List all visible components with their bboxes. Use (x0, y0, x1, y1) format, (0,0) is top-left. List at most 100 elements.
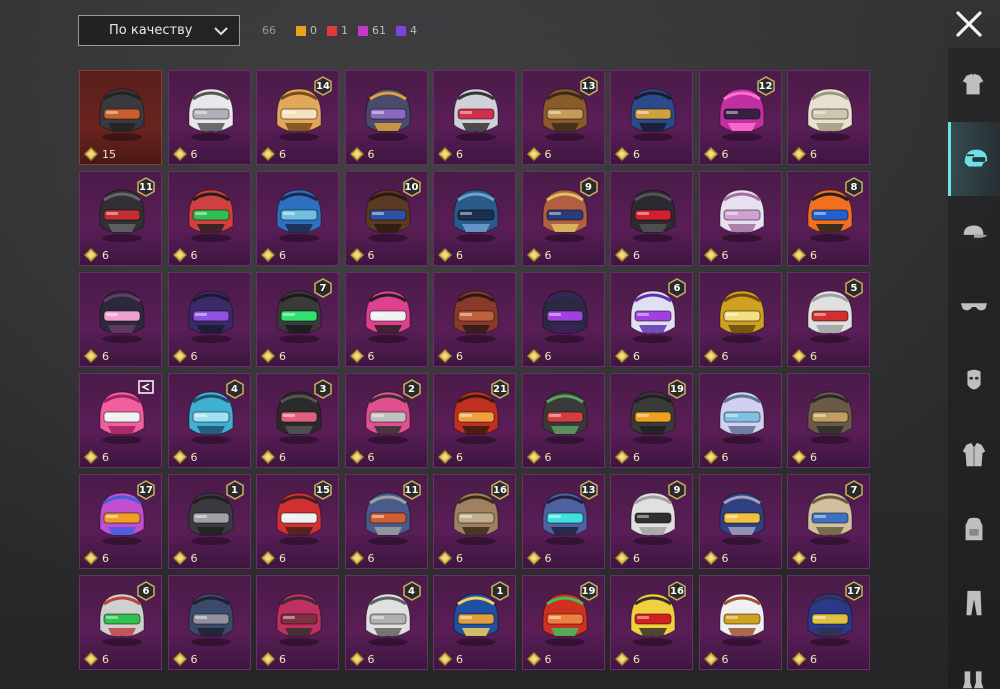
item-slot[interactable]: 12 6 (698, 70, 782, 165)
item-slot[interactable]: 86 (787, 171, 870, 266)
glasses-icon (960, 303, 988, 311)
sidebar-item-shoes[interactable] (948, 640, 1000, 689)
coin-icon (261, 652, 275, 666)
item-slot[interactable]: 66 (610, 272, 693, 367)
close-icon[interactable] (953, 8, 985, 40)
item-slot[interactable]: 96 (610, 474, 693, 569)
sidebar-item-outfit[interactable] (948, 48, 1000, 122)
item-slot[interactable]: 11 6 (79, 171, 162, 266)
sidebar-item-cap[interactable] (948, 196, 1000, 270)
item-slot[interactable]: 6 (344, 70, 428, 165)
coin-icon (615, 652, 629, 666)
coin-icon (615, 551, 629, 565)
item-cost-value: 6 (544, 551, 552, 565)
coin-icon (615, 147, 629, 161)
item-cost: 6 (792, 551, 817, 565)
coin-icon (84, 349, 98, 363)
item-cost-value: 6 (544, 450, 552, 464)
item-slot[interactable]: 10 6 (344, 171, 428, 266)
item-slot[interactable]: 6 (698, 272, 782, 367)
item-cost-value: 6 (544, 652, 552, 666)
item-cost-value: 6 (102, 248, 109, 262)
item-cost-value: 6 (456, 248, 463, 262)
item-cost-value: 6 (544, 248, 552, 262)
item-slot[interactable]: 56 (787, 272, 870, 367)
sidebar-item-glasses[interactable] (948, 270, 1000, 344)
item-slot[interactable]: 6 (698, 171, 782, 266)
item-cost-value: 6 (810, 652, 817, 666)
item-slot[interactable]: 6 (698, 474, 782, 569)
sidebar-item-mask[interactable] (948, 344, 1000, 418)
item-slot[interactable]: 6 (344, 272, 428, 367)
helmet-image (188, 593, 233, 646)
item-slot[interactable]: 19 6 (521, 575, 605, 670)
item-slot[interactable]: 6 (698, 373, 782, 468)
level-badge-value: 11 (404, 484, 419, 496)
item-slot[interactable]: 6 (167, 272, 251, 367)
item-slot[interactable]: 96 (521, 171, 605, 266)
sidebar-item-pants[interactable] (948, 566, 1000, 640)
item-slot[interactable]: 13 6 (521, 70, 605, 165)
item-slot[interactable]: 6 (433, 272, 516, 367)
item-slot[interactable]: 6 (167, 70, 251, 165)
item-slot[interactable]: 36 (256, 373, 339, 468)
item-slot[interactable]: 46 (167, 373, 251, 468)
coin-icon (703, 450, 718, 464)
item-slot[interactable]: 6 (698, 575, 782, 670)
item-slot[interactable]: 76 (787, 474, 870, 569)
item-slot[interactable]: 6 (521, 373, 605, 468)
item-slot[interactable]: 17 6 (79, 474, 162, 569)
inventory-screen: По качеству 66 0 1 61 4 15 6 14 6 6 6 13 6 6 12 6 6… (0, 0, 1000, 689)
item-slot[interactable]: 6 (256, 171, 339, 266)
item-cost-value: 6 (367, 551, 375, 565)
sidebar-item-backpack[interactable] (948, 492, 1000, 566)
item-slot[interactable]: 6 (787, 70, 870, 165)
item-cost-value: 6 (190, 248, 198, 262)
item-slot[interactable]: 17 6 (787, 575, 870, 670)
item-cost: 6 (438, 147, 463, 161)
level-badge: 6 (136, 581, 156, 601)
item-slot[interactable]: 76 (256, 272, 339, 367)
item-cost: 6 (261, 450, 286, 464)
item-slot[interactable]: 6 (521, 272, 605, 367)
level-badge-value: 15 (316, 484, 330, 496)
item-slot[interactable]: 16 6 (433, 474, 516, 569)
item-cost: 6 (84, 349, 109, 363)
coin-icon (703, 248, 718, 262)
item-slot[interactable]: 14 6 (256, 70, 339, 165)
sort-dropdown[interactable]: По качеству (78, 15, 240, 46)
item-slot[interactable]: 6 (79, 373, 162, 468)
item-slot[interactable]: 6 (167, 575, 251, 670)
item-slot[interactable]: 19 6 (610, 373, 693, 468)
item-slot[interactable]: 6 (610, 171, 693, 266)
item-slot[interactable]: 15 (79, 70, 162, 165)
item-slot[interactable]: 46 (344, 575, 428, 670)
item-slot[interactable]: 16 6 (610, 575, 693, 670)
level-badge-value: 16 (493, 484, 507, 496)
item-slot[interactable]: 6 (610, 70, 693, 165)
item-slot[interactable]: 21 6 (433, 373, 516, 468)
item-slot[interactable]: 6 (167, 171, 251, 266)
item-cost-value: 6 (721, 248, 729, 262)
item-cost: 6 (615, 652, 640, 666)
item-slot[interactable]: 66 (79, 575, 162, 670)
level-badge-value: 6 (142, 585, 150, 597)
sidebar-item-jacket[interactable] (948, 418, 1000, 492)
item-slot[interactable]: 16 (167, 474, 251, 569)
item-slot[interactable]: 6 (256, 575, 339, 670)
item-cost-value: 6 (190, 652, 198, 666)
share-icon[interactable] (137, 379, 155, 395)
sidebar-item-helmet[interactable] (948, 122, 1000, 196)
item-slot[interactable]: 6 (79, 272, 162, 367)
item-slot[interactable]: 13 6 (521, 474, 605, 569)
item-slot[interactable]: 26 (344, 373, 428, 468)
item-slot[interactable]: 6 (433, 171, 516, 266)
item-slot[interactable]: 11 6 (344, 474, 428, 569)
item-slot[interactable]: 15 6 (256, 474, 339, 569)
item-cost-value: 6 (102, 450, 109, 464)
level-badge: 1 (225, 480, 245, 500)
item-slot[interactable]: 6 (787, 373, 870, 468)
level-badge-value: 5 (850, 282, 858, 294)
item-slot[interactable]: 6 (433, 70, 516, 165)
item-slot[interactable]: 16 (433, 575, 516, 670)
